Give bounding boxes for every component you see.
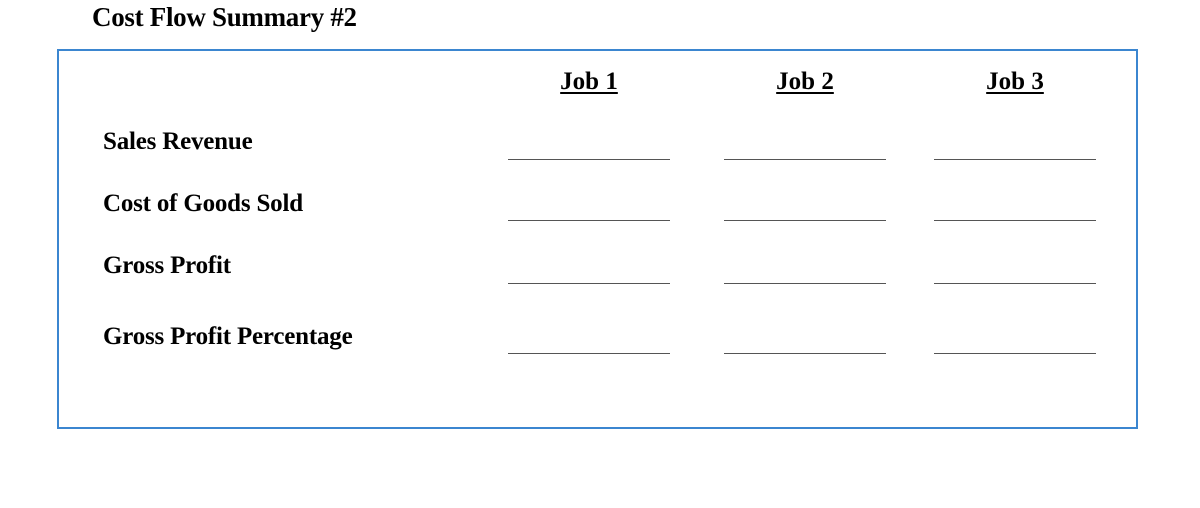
blank-sales-revenue-job-1[interactable] — [508, 159, 670, 160]
row-label-gross-profit: Gross Profit — [103, 252, 231, 279]
page-title: Cost Flow Summary #2 — [92, 2, 357, 32]
blank-gross-profit-job-2[interactable] — [724, 283, 886, 284]
blank-gross-profit-job-1[interactable] — [508, 283, 670, 284]
row-label-gross-profit-percentage: Gross Profit Percentage — [103, 323, 353, 350]
blank-sales-revenue-job-2[interactable] — [724, 159, 886, 160]
blank-gp-percentage-job-2[interactable] — [724, 353, 886, 354]
row-label-cost-of-goods-sold: Cost of Goods Sold — [103, 190, 303, 217]
summary-table-frame — [57, 49, 1138, 429]
blank-cogs-job-3[interactable] — [934, 220, 1096, 221]
blank-cogs-job-1[interactable] — [508, 220, 670, 221]
column-header-job-1: Job 1 — [560, 68, 618, 95]
column-header-job-2: Job 2 — [776, 68, 834, 95]
blank-sales-revenue-job-3[interactable] — [934, 159, 1096, 160]
blank-cogs-job-2[interactable] — [724, 220, 886, 221]
blank-gp-percentage-job-3[interactable] — [934, 353, 1096, 354]
column-header-job-3: Job 3 — [986, 68, 1044, 95]
row-label-sales-revenue: Sales Revenue — [103, 128, 253, 155]
blank-gross-profit-job-3[interactable] — [934, 283, 1096, 284]
blank-gp-percentage-job-1[interactable] — [508, 353, 670, 354]
